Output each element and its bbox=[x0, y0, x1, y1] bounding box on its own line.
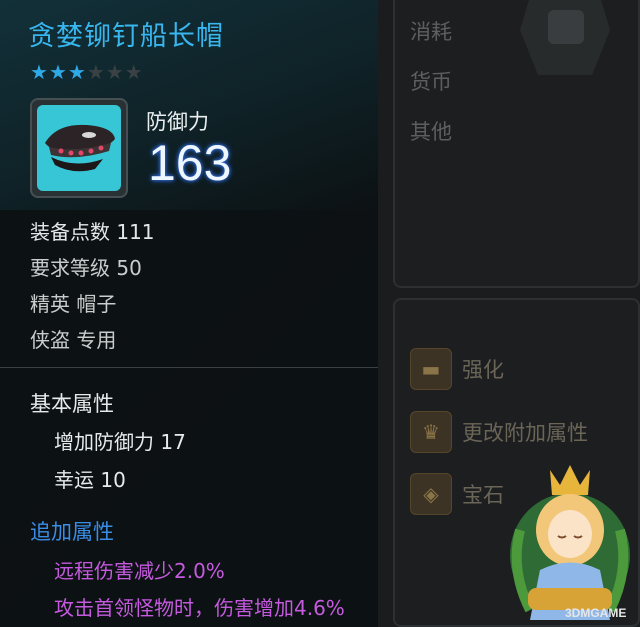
change-additional-button[interactable]: ♛ 更改附加属性 bbox=[410, 410, 588, 454]
enhance-label: 强化 bbox=[462, 358, 504, 382]
star-filled-icon: ★ bbox=[30, 60, 49, 84]
item-icon-frame bbox=[30, 98, 128, 198]
basic-attribute-defense: 增加防御力 17 bbox=[54, 430, 186, 454]
gem-button[interactable]: ◈ 宝石 bbox=[410, 472, 504, 516]
item-name: 贪婪铆钉船长帽 bbox=[28, 21, 224, 52]
additional-attributes-title: 追加属性 bbox=[30, 520, 114, 544]
tab-consumables[interactable]: 消耗 bbox=[410, 16, 452, 46]
required-level: 要求等级 50 bbox=[30, 256, 142, 280]
tab-currency[interactable]: 货币 bbox=[410, 66, 452, 96]
item-icon-bg bbox=[37, 105, 121, 191]
gem-label: 宝石 bbox=[462, 483, 504, 507]
captain-hat-icon bbox=[45, 124, 115, 172]
section-divider bbox=[0, 367, 378, 368]
basic-attributes-title: 基本属性 bbox=[30, 392, 114, 416]
gem-icon: ◈ bbox=[410, 473, 452, 515]
watermark-text: 3DMGAME bbox=[565, 606, 627, 620]
additional-attribute-ranged: 远程伤害减少2.0% bbox=[54, 559, 225, 583]
enhance-button[interactable]: ▬ 强化 bbox=[410, 347, 504, 391]
star-empty-icon: ★ bbox=[124, 60, 144, 84]
equip-points: 装备点数 111 bbox=[30, 220, 155, 244]
grade-type: 精英 帽子 bbox=[30, 292, 117, 316]
additional-attribute-boss: 攻击首领怪物时，伤害增加4.6% bbox=[54, 596, 345, 620]
class-restriction: 侠盗 专用 bbox=[30, 328, 117, 352]
anvil-icon: ▬ bbox=[410, 348, 452, 390]
trophy-icon: ♛ bbox=[410, 411, 452, 453]
star-rating: ★★★★★★ bbox=[30, 60, 144, 84]
defense-value: 163 bbox=[148, 135, 232, 191]
defense-label: 防御力 bbox=[146, 110, 209, 134]
star-filled-icon: ★ bbox=[67, 60, 87, 84]
star-filled-icon: ★ bbox=[48, 60, 68, 84]
mascot-logo bbox=[510, 465, 630, 620]
slot-icon bbox=[548, 10, 584, 44]
tab-other[interactable]: 其他 bbox=[410, 116, 452, 146]
change-additional-label: 更改附加属性 bbox=[462, 421, 588, 445]
basic-attribute-luck: 幸运 10 bbox=[54, 468, 126, 492]
star-empty-icon: ★ bbox=[86, 60, 106, 84]
star-empty-icon: ★ bbox=[105, 60, 125, 84]
